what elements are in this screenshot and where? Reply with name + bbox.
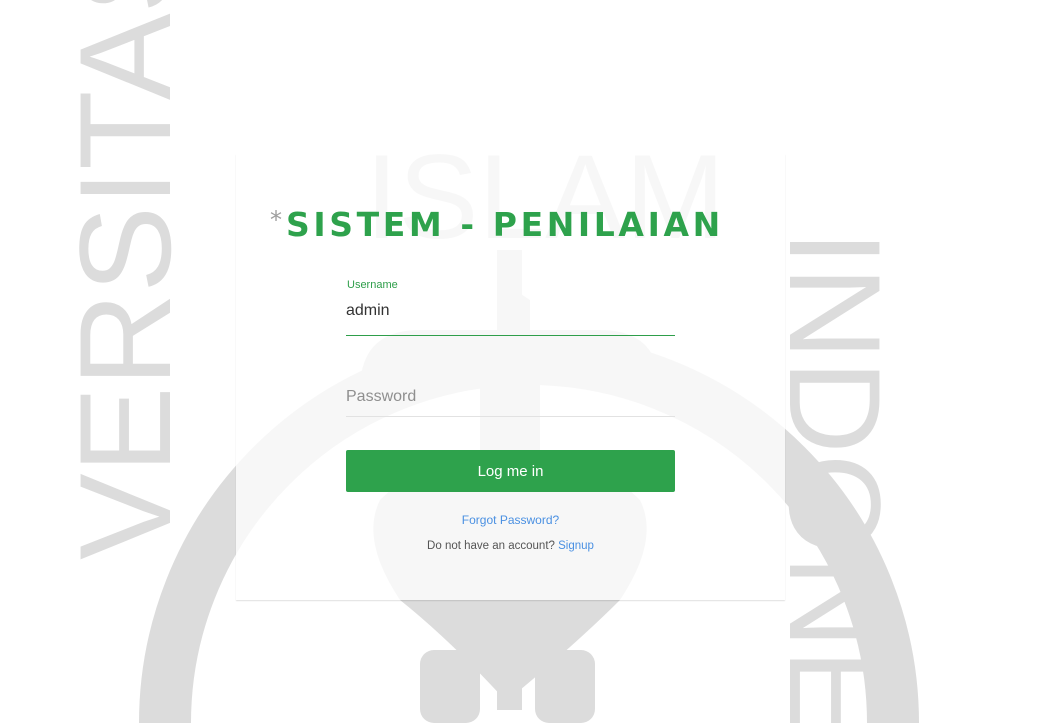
password-field [346, 382, 675, 417]
login-button[interactable]: Log me in [346, 450, 675, 492]
password-input[interactable] [346, 385, 675, 409]
username-label: Username [347, 279, 398, 291]
signup-prompt: Do not have an account? [427, 540, 555, 552]
signup-link[interactable]: Signup [558, 540, 594, 552]
login-card: *SISTEM - PENILAIAN Username Log me in F… [236, 154, 785, 600]
username-input[interactable] [346, 299, 675, 323]
brand-title-text: SISTEM - PENILAIAN [286, 205, 724, 244]
signup-line: Do not have an account? Signup [236, 540, 785, 552]
brand-star-icon: * [270, 206, 282, 234]
svg-text:VERSITAS: VERSITAS [52, 0, 198, 560]
brand-title: * SISTEM - PENILAIAN [270, 200, 724, 245]
login-page: ISLAM VERSITAS INDONE *SISTEM - PENILAIA… [0, 0, 1058, 723]
username-field: Username [346, 279, 675, 336]
forgot-password-link[interactable]: Forgot Password? [236, 513, 785, 527]
